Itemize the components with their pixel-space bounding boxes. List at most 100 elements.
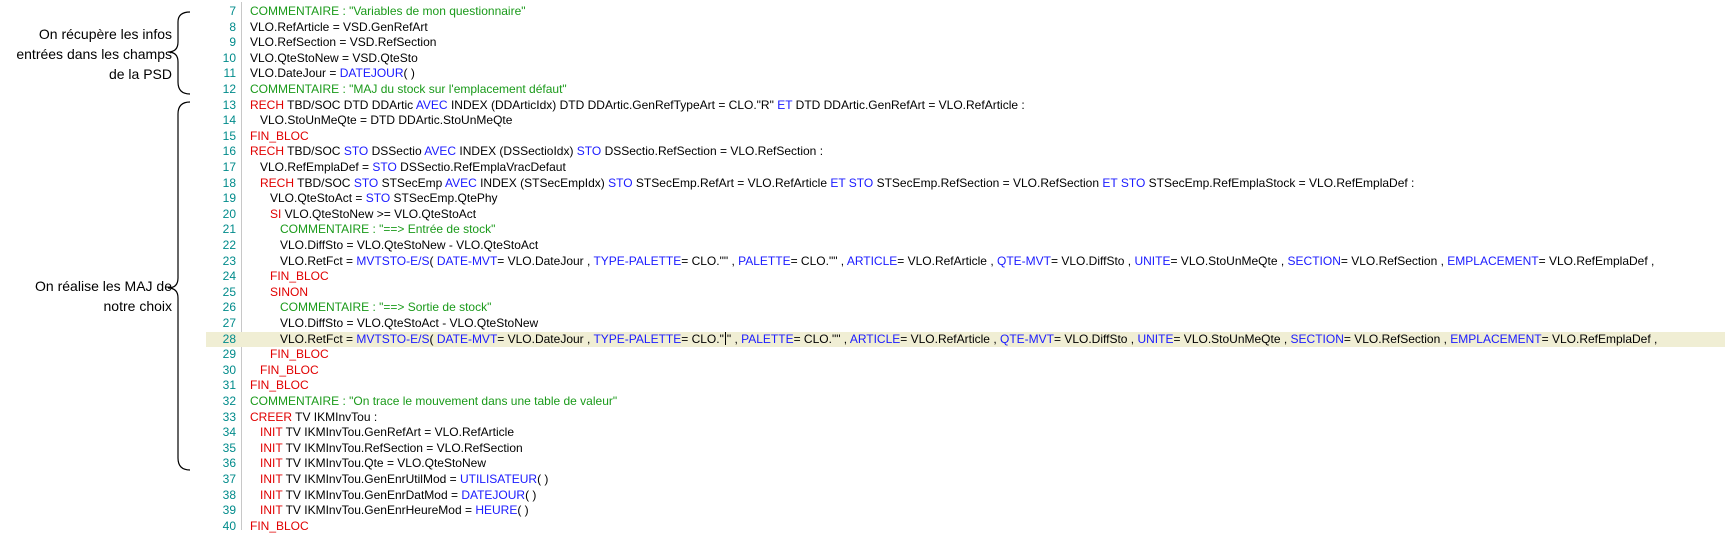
code-line[interactable]: 37 INIT TV IKMInvTou.GenEnrUtilMod = UTIL… (206, 472, 1725, 488)
code-line[interactable]: 26 COMMENTAIRE : "==> Sortie de stock" (206, 300, 1725, 316)
code-line[interactable]: 33 CREER TV IKMInvTou : (206, 410, 1725, 426)
comment-token: COMMENTAIRE : "==> Entrée de stock" (280, 222, 496, 237)
code-line[interactable]: 21 COMMENTAIRE : "==> Entrée de stock" (206, 222, 1725, 238)
function-token: SECTION (1287, 253, 1341, 268)
function-token: ARTICLE (849, 331, 901, 346)
code-token: = VLO.DiffSto , (1053, 331, 1138, 346)
keyword-token: FIN_BLOC (250, 518, 309, 533)
keyword-token: SINON (270, 284, 309, 299)
code-text: INIT TV IKMInvTou.RefSection = VLO.RefSe… (250, 441, 523, 455)
line-number: 34 (222, 425, 236, 440)
brace-bottom (167, 101, 191, 471)
code-line[interactable]: 23 VLO.RetFct = MVTSTO-E/S( DATE-MVT= VLO… (206, 254, 1725, 270)
keyword-token: INIT (260, 425, 283, 440)
code-line[interactable]: 14 VLO.StoUnMeQte = DTD DDArtic.StoUnMeQt… (206, 113, 1725, 129)
function-token: ET (777, 97, 793, 112)
code-token: = VLO.RefEmplaDef , (1538, 253, 1655, 268)
code-token: ( (429, 253, 437, 268)
code-editor[interactable]: 7 COMMENTAIRE : "Variables de mon questio… (206, 2, 1725, 533)
code-line[interactable]: 20 SI VLO.QteStoNew >= VLO.QteStoAct (206, 207, 1725, 223)
line-number: 40 (222, 518, 236, 533)
code-line[interactable]: 24 FIN_BLOC (206, 269, 1725, 285)
line-number: 20 (222, 206, 236, 221)
code-line[interactable]: 11 VLO.DateJour = DATEJOUR( ) (206, 66, 1725, 82)
code-text: FIN_BLOC (250, 519, 309, 533)
code-token: VLO.RetFct = (280, 253, 357, 268)
function-token: PALETTE (738, 253, 791, 268)
code-token: DSSectio (368, 144, 425, 159)
code-line[interactable]: 8 VLO.RefArticle = VSD.GenRefArt (206, 20, 1725, 36)
code-token: VLO.DiffSto = VLO.QteStoAct - VLO.QteSto… (280, 316, 539, 330)
function-token: EMPLACEMENT (1450, 331, 1542, 346)
code-text: FIN_BLOC (250, 129, 309, 143)
line-number: 7 (229, 4, 236, 18)
code-line[interactable]: 30 FIN_BLOC (206, 363, 1725, 379)
code-line[interactable]: 31 FIN_BLOC (206, 378, 1725, 394)
code-text: VLO.RefEmplaDef = STO DSSectio.RefEmplaV… (250, 160, 566, 174)
code-token: STSecEmp (378, 175, 445, 190)
keyword-token: INIT (260, 472, 283, 486)
code-line[interactable]: 38 INIT TV IKMInvTou.GenEnrDatMod = DATEJ… (206, 488, 1725, 504)
code-line[interactable]: 32 COMMENTAIRE : "On trace le mouvement d… (206, 394, 1725, 410)
code-token: = VLO.DateJour , (497, 253, 594, 268)
function-token: TYPE-PALETTE (593, 253, 682, 268)
code-text: COMMENTAIRE : "On trace le mouvement dan… (250, 394, 617, 408)
function-token: AVEC (415, 97, 448, 112)
code-text: COMMENTAIRE : "==> Entrée de stock" (250, 222, 495, 236)
code-line[interactable]: 25 SINON (206, 285, 1725, 301)
code-line[interactable]: 7 COMMENTAIRE : "Variables de mon questio… (206, 4, 1725, 20)
code-text: INIT TV IKMInvTou.GenEnrUtilMod = UTILIS… (250, 472, 548, 486)
code-token: ( (429, 331, 437, 346)
function-token: DATEJOUR (461, 487, 526, 502)
code-line[interactable]: 40 FIN_BLOC (206, 519, 1725, 534)
code-token: DSSectio.RefSection = VLO.RefSection : (601, 144, 824, 159)
code-line[interactable]: 12 COMMENTAIRE : "MAJ du stock sur l'empl… (206, 82, 1725, 98)
code-line[interactable]: 15 FIN_BLOC (206, 129, 1725, 145)
code-line[interactable]: 10 VLO.QteStoNew = VSD.QteSto (206, 51, 1725, 67)
function-token: TYPE-PALETTE (593, 331, 682, 346)
code-line[interactable]: 9 VLO.RefSection = VSD.RefSection (206, 35, 1725, 51)
code-token: = CLO." (681, 331, 724, 346)
code-line[interactable]: 28 VLO.RetFct = MVTSTO-E/S( DATE-MVT= VLO… (206, 331, 1725, 348)
code-token: = CLO."" , (790, 253, 847, 268)
line-number: 37 (222, 472, 236, 486)
code-text: SI VLO.QteStoNew >= VLO.QteStoAct (250, 207, 476, 221)
function-token: EMPLACEMENT (1447, 253, 1539, 268)
line-number: 18 (222, 175, 236, 190)
code-line[interactable]: 19 VLO.QteStoAct = STO STSecEmp.QtePhy (206, 191, 1725, 207)
line-number: 28 (222, 331, 236, 346)
code-token: DSSectio.RefEmplaVracDefaut (396, 160, 566, 174)
function-token: QTE-MVT (999, 331, 1054, 346)
code-text: VLO.DiffSto = VLO.QteStoAct - VLO.QteSto… (250, 316, 538, 330)
function-token: ET (1102, 175, 1118, 190)
code-token: TBD/SOC DTD DDArtic (284, 97, 416, 112)
code-token: = CLO."" , (681, 253, 739, 268)
code-line[interactable]: 18 RECH TBD/SOC STO STSecEmp AVEC INDEX (… (206, 176, 1725, 192)
line-number: 32 (222, 394, 236, 408)
code-token: STSecEmp.QtePhy (390, 191, 498, 206)
code-line[interactable]: 16 RECH TBD/SOC STO DSSectio AVEC INDEX (… (206, 144, 1725, 160)
code-line[interactable]: 27 VLO.DiffSto = VLO.QteStoAct - VLO.QteS… (206, 316, 1725, 332)
code-line[interactable]: 22 VLO.DiffSto = VLO.QteStoNew - VLO.QteS… (206, 238, 1725, 254)
keyword-token: FIN_BLOC (250, 378, 309, 393)
code-token: TV IKMInvTou.GenEnrDatMod = (282, 487, 462, 502)
code-line[interactable]: 35 INIT TV IKMInvTou.RefSection = VLO.Ref… (206, 441, 1725, 457)
keyword-token: INIT (260, 487, 283, 502)
keyword-token: INIT (260, 503, 283, 518)
code-line[interactable]: 34 INIT TV IKMInvTou.GenRefArt = VLO.RefA… (206, 425, 1725, 441)
code-token: INDEX (DDArticIdx) DTD DDArtic.GenRefTyp… (447, 97, 778, 112)
annotation-panel: On récupère les infos entrées dans les c… (0, 0, 200, 530)
code-line[interactable]: 17 VLO.RefEmplaDef = STO DSSectio.RefEmpl… (206, 160, 1725, 176)
function-token: STO (365, 191, 391, 206)
code-line[interactable]: 13 RECH TBD/SOC DTD DDArtic AVEC INDEX (D… (206, 98, 1725, 114)
code-token: TV IKMInvTou.GenEnrHeureMod = (282, 503, 476, 518)
code-token: = VLO.DateJour , (497, 331, 594, 346)
code-line[interactable]: 36 INIT TV IKMInvTou.Qte = VLO.QteStoNew (206, 456, 1725, 472)
keyword-token: FIN_BLOC (270, 269, 329, 284)
code-token: VLO.QteStoNew >= VLO.QteStoAct (281, 206, 477, 221)
line-number: 30 (222, 362, 236, 377)
function-token: AVEC (444, 175, 477, 190)
function-token: DATEJOUR (339, 66, 404, 81)
code-line[interactable]: 39 INIT TV IKMInvTou.GenEnrHeureMod = HEU… (206, 503, 1725, 519)
code-line[interactable]: 29 FIN_BLOC (206, 347, 1725, 363)
